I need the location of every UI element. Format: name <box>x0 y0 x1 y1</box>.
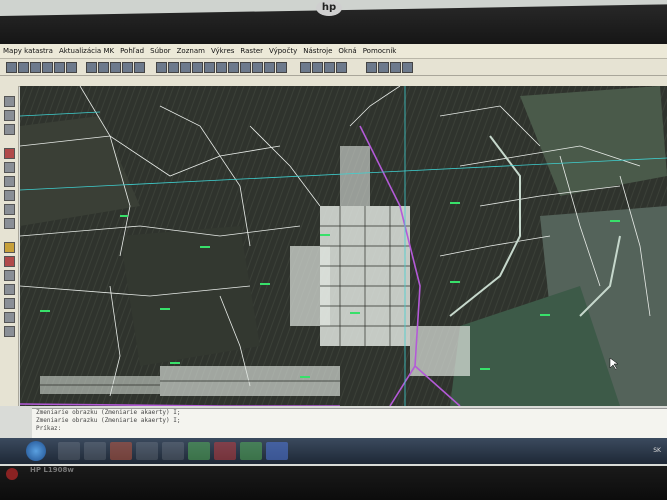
tool-line-icon[interactable] <box>4 162 15 173</box>
system-tray-language[interactable]: SK <box>653 447 661 454</box>
toolbar-select-icon[interactable] <box>98 62 109 73</box>
menu-item-mapy-katastra[interactable]: Mapy katastra <box>0 47 56 55</box>
tool-move-icon[interactable] <box>4 284 15 295</box>
toolbar-grid-icon[interactable] <box>134 62 145 73</box>
hp-logo: hp <box>316 0 342 16</box>
toolbar-zoom-icon[interactable] <box>66 62 77 73</box>
command-history-line: Zmeniarie obrazku (Zmeniarie akaerty) I; <box>36 417 181 424</box>
toolbar-pan-icon[interactable] <box>86 62 97 73</box>
tool-mirror-icon[interactable] <box>4 326 15 337</box>
tool-text-icon[interactable] <box>4 218 15 229</box>
map-canvas[interactable] <box>20 86 667 406</box>
command-prompt[interactable]: Príkaz: <box>32 425 667 433</box>
menu-item-nastroje[interactable]: Nástroje <box>300 47 335 55</box>
menu-item-aktualizacia-mk[interactable]: Aktualizácia MK <box>56 47 117 55</box>
menu-item-zoznam[interactable]: Zoznam <box>174 47 208 55</box>
tool-arrow-icon[interactable] <box>4 96 15 107</box>
command-window[interactable]: Zmeniarie obrazku (Zmeniarie akaerty) I;… <box>32 408 667 439</box>
toolbar-search-icon[interactable] <box>324 62 335 73</box>
tool-erase-icon[interactable] <box>4 256 15 267</box>
tool-point-icon[interactable] <box>4 176 15 187</box>
toolbar-undo-icon[interactable] <box>276 62 287 73</box>
media-player-icon[interactable] <box>110 442 132 460</box>
toolbar-copy-icon[interactable] <box>240 62 251 73</box>
start-button-icon[interactable] <box>26 441 46 461</box>
toolbar-snap-icon[interactable] <box>264 62 275 73</box>
tool-stop-icon[interactable] <box>4 148 15 159</box>
left-toolbar <box>0 86 19 406</box>
toolbar-print-icon[interactable] <box>42 62 53 73</box>
toolbar-rotate-icon[interactable] <box>252 62 263 73</box>
toolbar-move-icon[interactable] <box>228 62 239 73</box>
ie-icon[interactable] <box>84 442 106 460</box>
toolbar-filter-icon[interactable] <box>336 62 347 73</box>
menu-item-pomocnik[interactable]: Pomocník <box>360 47 400 55</box>
command-history-line: Zmeniarie obrazku (Zmeniarie akaerty) I; <box>36 409 181 416</box>
toolbar-new-icon[interactable] <box>6 62 17 73</box>
toolbar-edit-icon[interactable] <box>204 62 215 73</box>
toolbar-refresh-icon[interactable] <box>300 62 311 73</box>
cadastral-map[interactable] <box>20 86 667 406</box>
monitor-bezel-top: hp <box>0 0 667 46</box>
toolbar-text-icon[interactable] <box>180 62 191 73</box>
toolbar-draw-poly-icon[interactable] <box>168 62 179 73</box>
tool-rotate-icon[interactable] <box>4 298 15 309</box>
menu-item-pohlad[interactable]: Pohľad <box>117 47 147 55</box>
chrome-icon[interactable] <box>136 442 158 460</box>
toolbar-zoom-out-icon[interactable] <box>378 62 389 73</box>
toolbar-info-icon[interactable] <box>312 62 323 73</box>
folder-icon[interactable] <box>162 442 184 460</box>
tool-copy-icon[interactable] <box>4 270 15 281</box>
windows-taskbar: SK <box>0 438 667 464</box>
toolbar-measure-icon[interactable] <box>110 62 121 73</box>
monitor-model-label: HP L1908w <box>30 466 74 474</box>
menu-item-vypocty[interactable]: Výpočty <box>266 47 300 55</box>
toolbar-zoom-in-icon[interactable] <box>366 62 377 73</box>
power-button-icon <box>6 468 18 480</box>
toolbar-delete-icon[interactable] <box>216 62 227 73</box>
tool-node-icon[interactable] <box>4 204 15 215</box>
tool-scale-icon[interactable] <box>4 312 15 323</box>
monitor-bezel-bottom <box>0 466 667 500</box>
toolbar-save-icon[interactable] <box>30 62 41 73</box>
screen: Mapy katastra Aktualizácia MK Pohľad Súb… <box>0 44 667 466</box>
main-toolbar <box>0 59 667 76</box>
explorer-icon[interactable] <box>58 442 80 460</box>
menu-item-subor[interactable]: Súbor <box>147 47 173 55</box>
map-app-icon[interactable] <box>240 442 262 460</box>
toolbar-point-icon[interactable] <box>192 62 203 73</box>
toolbar-zoom-window-icon[interactable] <box>402 62 413 73</box>
tool-hand-icon[interactable] <box>4 110 15 121</box>
menu-item-vykres[interactable]: Výkres <box>208 47 237 55</box>
save-icon[interactable] <box>266 442 288 460</box>
tool-zoom-icon[interactable] <box>4 124 15 135</box>
pdf-icon[interactable] <box>214 442 236 460</box>
menu-item-okna[interactable]: Okná <box>335 47 359 55</box>
gis-app-icon[interactable] <box>188 442 210 460</box>
toolbar-zoom-all-icon[interactable] <box>390 62 401 73</box>
menu-item-raster[interactable]: Raster <box>237 47 266 55</box>
toolbar-layer-icon[interactable] <box>54 62 65 73</box>
tool-polygon-icon[interactable] <box>4 190 15 201</box>
toolbar-raster-icon[interactable] <box>122 62 133 73</box>
field-parcel <box>120 226 260 366</box>
menu-bar: Mapy katastra Aktualizácia MK Pohľad Súb… <box>0 44 667 59</box>
toolbar-draw-line-icon[interactable] <box>156 62 167 73</box>
toolbar-open-icon[interactable] <box>18 62 29 73</box>
tool-pencil-icon[interactable] <box>4 242 15 253</box>
